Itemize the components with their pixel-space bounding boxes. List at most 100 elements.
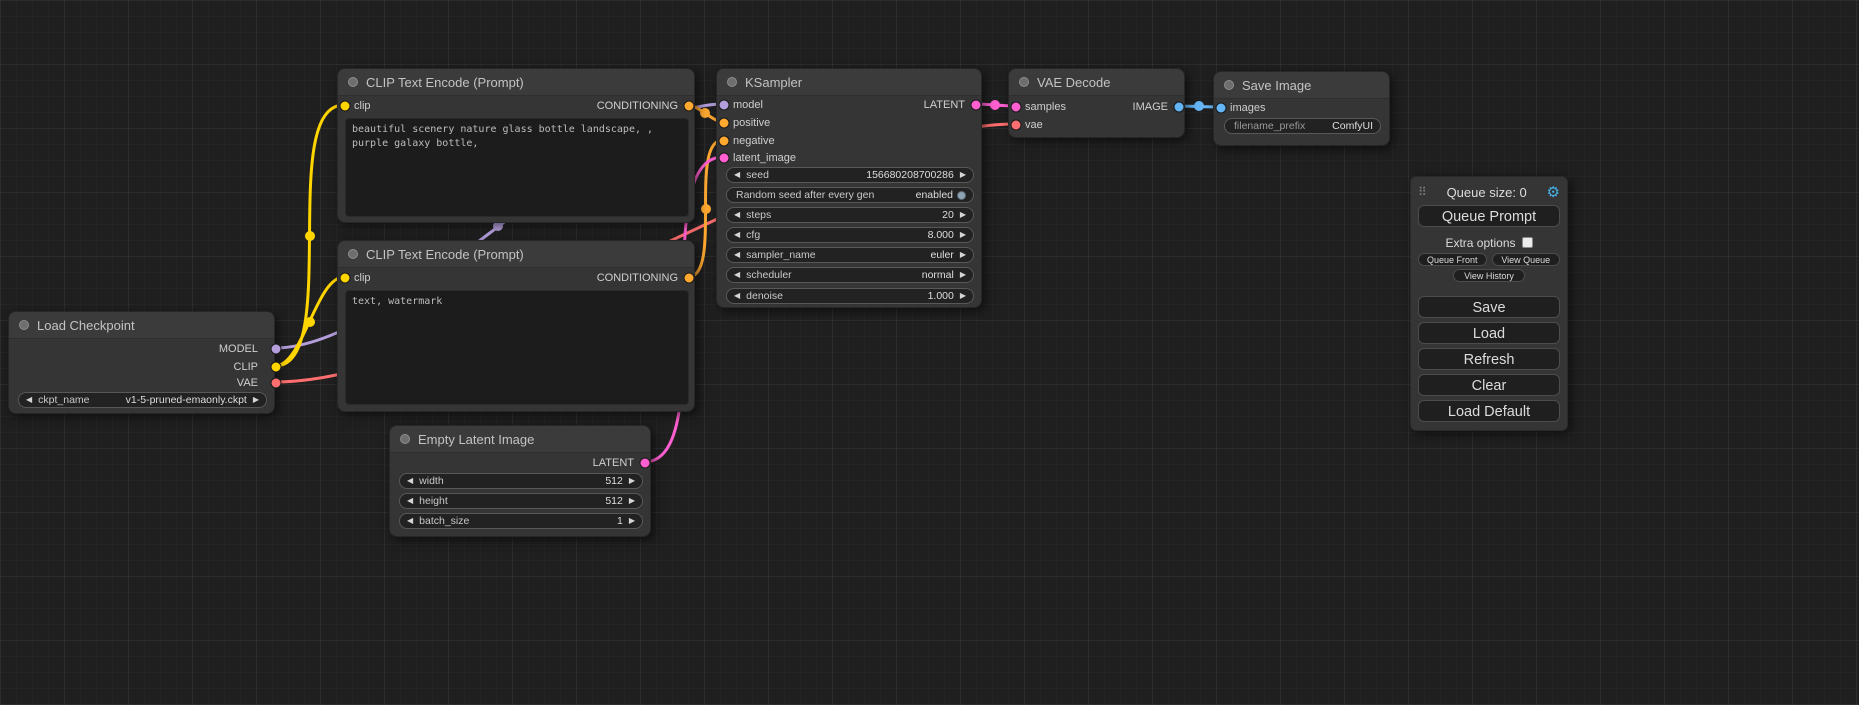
increment-arrow-icon[interactable]: ▶ <box>960 231 966 239</box>
extra-options-label: Extra options <box>1445 236 1515 250</box>
prompt-text-area[interactable]: beautiful scenery nature glass bottle la… <box>345 118 689 217</box>
node-empty-latent-image[interactable]: Empty Latent Image LATENT ◀ width 512 ▶ … <box>389 425 651 537</box>
decrement-arrow-icon[interactable]: ◀ <box>407 477 413 485</box>
save-button[interactable]: Save <box>1418 296 1560 318</box>
output-port-latent[interactable] <box>640 458 651 469</box>
output-port-conditioning[interactable] <box>684 273 695 284</box>
view-history-button[interactable]: View History <box>1453 269 1525 282</box>
batch-size-widget[interactable]: ◀ batch_size 1 ▶ <box>399 513 643 529</box>
increment-arrow-icon[interactable]: ▶ <box>253 396 259 404</box>
node-title-bar[interactable]: VAE Decode <box>1009 69 1184 96</box>
collapse-dot-icon[interactable] <box>1019 77 1029 87</box>
output-label-conditioning: CONDITIONING <box>597 100 678 112</box>
input-label-clip: clip <box>354 272 371 284</box>
node-title-bar[interactable]: CLIP Text Encode (Prompt) <box>338 69 694 96</box>
node-graph-canvas[interactable]: Load Checkpoint MODEL CLIP VAE ◀ ckpt_na… <box>0 0 1859 705</box>
link-midpoint-dot <box>701 204 711 214</box>
steps-widget[interactable]: ◀ steps 20 ▶ <box>726 207 974 223</box>
refresh-button[interactable]: Refresh <box>1418 348 1560 370</box>
collapse-dot-icon[interactable] <box>1224 80 1234 90</box>
increment-arrow-icon[interactable]: ▶ <box>629 497 635 505</box>
node-clip-text-encode-positive[interactable]: CLIP Text Encode (Prompt) clip CONDITION… <box>337 68 695 223</box>
ckpt-name-widget[interactable]: ◀ ckpt_name v1-5-pruned-emaonly.ckpt ▶ <box>18 392 267 408</box>
link-midpoint-dot <box>990 100 1000 110</box>
sampler-name-widget[interactable]: ◀ sampler_name euler ▶ <box>726 247 974 263</box>
increment-arrow-icon[interactable]: ▶ <box>629 477 635 485</box>
input-port-model[interactable] <box>719 100 730 111</box>
width-widget[interactable]: ◀ width 512 ▶ <box>399 473 643 489</box>
node-title-bar[interactable]: Empty Latent Image <box>390 426 650 453</box>
decrement-arrow-icon[interactable]: ◀ <box>734 231 740 239</box>
decrement-arrow-icon[interactable]: ◀ <box>734 211 740 219</box>
decrement-arrow-icon[interactable]: ◀ <box>734 171 740 179</box>
input-label-negative: negative <box>733 135 775 147</box>
load-button[interactable]: Load <box>1418 322 1560 344</box>
input-port-latent-image[interactable] <box>719 153 730 164</box>
input-port-clip[interactable] <box>340 101 351 112</box>
collapse-dot-icon[interactable] <box>400 434 410 444</box>
output-port-clip[interactable] <box>271 362 282 373</box>
increment-arrow-icon[interactable]: ▶ <box>629 517 635 525</box>
queue-prompt-button[interactable]: Queue Prompt <box>1418 205 1560 227</box>
random-seed-toggle-widget[interactable]: Random seed after every gen enabled <box>726 187 974 203</box>
decrement-arrow-icon[interactable]: ◀ <box>734 271 740 279</box>
widget-value: 8.000 <box>928 229 954 241</box>
decrement-arrow-icon[interactable]: ◀ <box>26 396 32 404</box>
increment-arrow-icon[interactable]: ▶ <box>960 171 966 179</box>
scheduler-widget[interactable]: ◀ scheduler normal ▶ <box>726 267 974 283</box>
node-clip-text-encode-negative[interactable]: CLIP Text Encode (Prompt) clip CONDITION… <box>337 240 695 412</box>
input-label-latent-image: latent_image <box>733 152 796 164</box>
output-label-vae: VAE <box>237 377 258 389</box>
decrement-arrow-icon[interactable]: ◀ <box>407 497 413 505</box>
height-widget[interactable]: ◀ height 512 ▶ <box>399 493 643 509</box>
prompt-text-area[interactable]: text, watermark <box>345 290 689 405</box>
output-port-vae[interactable] <box>271 378 282 389</box>
increment-arrow-icon[interactable]: ▶ <box>960 211 966 219</box>
decrement-arrow-icon[interactable]: ◀ <box>407 517 413 525</box>
output-port-conditioning[interactable] <box>684 101 695 112</box>
widget-value: 156680208700286 <box>866 169 954 181</box>
node-vae-decode[interactable]: VAE Decode samples vae IMAGE <box>1008 68 1185 138</box>
output-port-latent[interactable] <box>971 100 982 111</box>
settings-gear-icon[interactable]: ⚙ <box>1547 185 1560 200</box>
denoise-widget[interactable]: ◀ denoise 1.000 ▶ <box>726 288 974 304</box>
node-ksampler[interactable]: KSampler model positive negative latent_… <box>716 68 982 308</box>
output-port-model[interactable] <box>271 344 282 355</box>
decrement-arrow-icon[interactable]: ◀ <box>734 251 740 259</box>
decrement-arrow-icon[interactable]: ◀ <box>734 292 740 300</box>
input-port-samples[interactable] <box>1011 102 1022 113</box>
toggle-dot-icon[interactable] <box>957 191 966 200</box>
node-title-bar[interactable]: Save Image <box>1214 72 1389 99</box>
node-title-bar[interactable]: CLIP Text Encode (Prompt) <box>338 241 694 268</box>
node-load-checkpoint[interactable]: Load Checkpoint MODEL CLIP VAE ◀ ckpt_na… <box>8 311 275 414</box>
clear-button[interactable]: Clear <box>1418 374 1560 396</box>
collapse-dot-icon[interactable] <box>348 77 358 87</box>
extra-options-checkbox[interactable] <box>1522 237 1533 248</box>
widget-label: Random seed after every gen <box>736 189 874 201</box>
input-port-negative[interactable] <box>719 136 730 147</box>
input-port-vae[interactable] <box>1011 120 1022 131</box>
filename-prefix-widget[interactable]: filename_prefix ComfyUI <box>1224 118 1381 134</box>
widget-label: height <box>419 495 448 507</box>
node-title-bar[interactable]: KSampler <box>717 69 981 96</box>
seed-widget[interactable]: ◀ seed 156680208700286 ▶ <box>726 167 974 183</box>
collapse-dot-icon[interactable] <box>727 77 737 87</box>
output-label-image: IMAGE <box>1133 101 1168 113</box>
output-port-image[interactable] <box>1174 102 1185 113</box>
input-port-clip[interactable] <box>340 273 351 284</box>
drag-handle-icon[interactable]: ⠿ <box>1418 186 1427 198</box>
view-queue-button[interactable]: View Queue <box>1492 253 1561 266</box>
node-save-image[interactable]: Save Image images filename_prefix ComfyU… <box>1213 71 1390 146</box>
collapse-dot-icon[interactable] <box>19 320 29 330</box>
node-title-bar[interactable]: Load Checkpoint <box>9 312 274 339</box>
queue-front-button[interactable]: Queue Front <box>1418 253 1487 266</box>
input-port-images[interactable] <box>1216 103 1227 114</box>
increment-arrow-icon[interactable]: ▶ <box>960 251 966 259</box>
collapse-dot-icon[interactable] <box>348 249 358 259</box>
increment-arrow-icon[interactable]: ▶ <box>960 271 966 279</box>
input-port-positive[interactable] <box>719 118 730 129</box>
increment-arrow-icon[interactable]: ▶ <box>960 292 966 300</box>
load-default-button[interactable]: Load Default <box>1418 400 1560 422</box>
queue-size-label: Queue size: 0 <box>1427 185 1547 200</box>
cfg-widget[interactable]: ◀ cfg 8.000 ▶ <box>726 227 974 243</box>
